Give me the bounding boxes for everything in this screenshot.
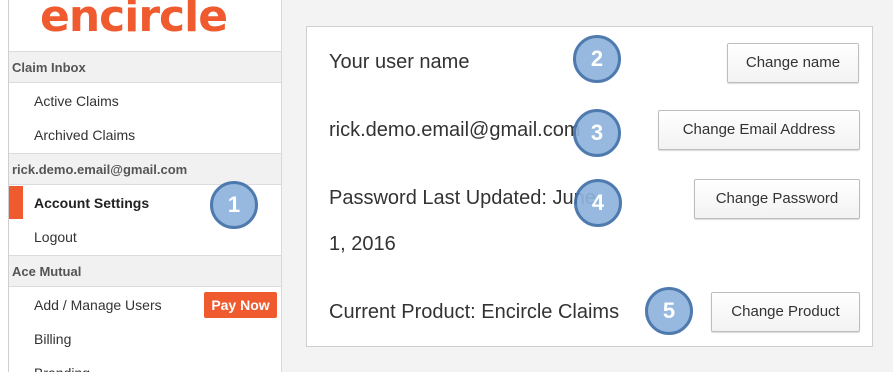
sidebar-section-account-email: rick.demo.email@gmail.com	[9, 153, 281, 185]
callout-badge-1: 1	[210, 181, 258, 229]
encircle-logo[interactable]: encircle	[40, 0, 270, 42]
sidebar-item-archived-claims[interactable]: Archived Claims	[9, 118, 281, 152]
current-product-text: Current Product: Encircle Claims	[329, 301, 620, 323]
sidebar-item-branding[interactable]: Branding	[9, 356, 281, 372]
callout-badge-4: 4	[574, 179, 622, 227]
sidebar-item-active-claims[interactable]: Active Claims	[9, 84, 281, 118]
callout-badge-5: 5	[645, 287, 693, 335]
callout-badge-3: 3	[573, 109, 621, 157]
sidebar-section-claim-inbox: Claim Inbox	[9, 51, 281, 83]
change-password-button[interactable]: Change Password	[694, 179, 860, 219]
pay-now-button[interactable]: Pay Now	[204, 292, 277, 318]
sidebar-item-billing[interactable]: Billing	[9, 322, 281, 356]
sidebar-section-ace-mutual: Ace Mutual	[9, 255, 281, 287]
password-updated-date-text: 1, 2016	[329, 233, 396, 255]
password-updated-text: Password Last Updated: June	[329, 187, 596, 209]
email-text: rick.demo.email@gmail.com	[329, 119, 581, 141]
user-name-text: Your user name	[329, 51, 470, 73]
change-name-button[interactable]: Change name	[727, 43, 859, 83]
change-email-button[interactable]: Change Email Address	[658, 110, 860, 150]
change-product-button[interactable]: Change Product	[711, 292, 860, 332]
callout-badge-2: 2	[573, 35, 621, 83]
